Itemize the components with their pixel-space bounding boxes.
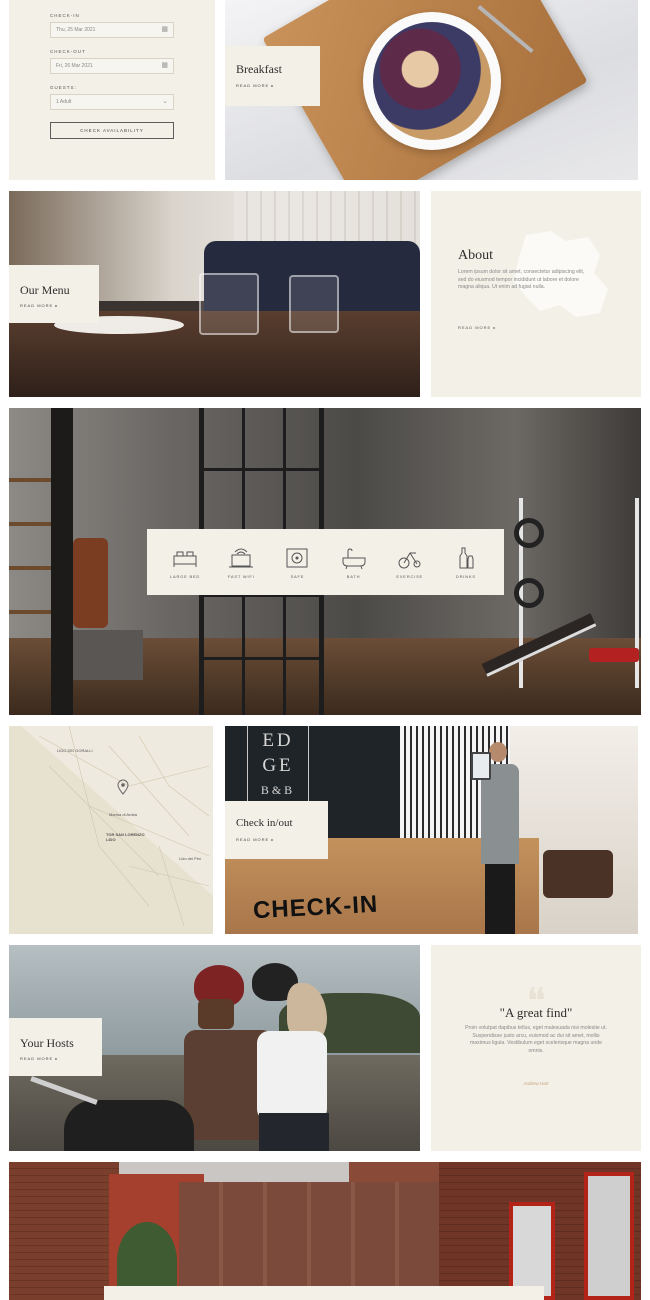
guests-value: 1 Adult bbox=[56, 99, 72, 105]
tablet-device bbox=[471, 752, 491, 780]
bed bbox=[73, 630, 143, 680]
red-window bbox=[584, 1172, 634, 1300]
red-dumbbells bbox=[589, 648, 639, 662]
map-drawing bbox=[9, 726, 213, 934]
acai-bowl bbox=[363, 12, 501, 150]
hosts-tile[interactable]: Your Hosts READ MORE ▸ bbox=[9, 945, 420, 1151]
weight-plate bbox=[514, 518, 544, 548]
breakfast-card: Breakfast READ MORE ▸ bbox=[225, 46, 320, 106]
map-label: Lido dei Pini bbox=[179, 856, 201, 861]
breakfast-tile[interactable]: Breakfast READ MORE ▸ bbox=[225, 0, 638, 180]
map-label: Marina di Ardea bbox=[109, 812, 138, 817]
menu-tile[interactable]: Our Menu READ MORE ▸ bbox=[9, 191, 420, 397]
wall-sign: ED GE B&B bbox=[247, 726, 309, 806]
menu-card: Our Menu READ MORE ▸ bbox=[9, 265, 99, 323]
about-read-more-link[interactable]: READ MORE ▸ bbox=[458, 325, 496, 330]
location-pin-icon[interactable] bbox=[117, 779, 129, 795]
checkout-label: CHECK-OUT bbox=[50, 49, 86, 54]
amenity-label: FAST WIFI bbox=[227, 573, 255, 579]
amenities-bar: LARGE BED FAST WIFI SAFE BATH EXERCISE D… bbox=[147, 529, 504, 595]
check-availability-button[interactable]: CHECK AVAILABILITY bbox=[50, 122, 174, 139]
shelving bbox=[9, 438, 51, 638]
hosts-read-more-link[interactable]: READ MORE ▸ bbox=[20, 1056, 58, 1061]
about-tile: About Lorem ipsum dolor sit amet, consec… bbox=[431, 191, 641, 397]
testimonial-tile: ❝ "A great find" Proin volutpat dapibus … bbox=[431, 945, 641, 1151]
checkout-value: Fri, 26 Mar 2021 bbox=[56, 63, 93, 69]
amenity-bath: BATH bbox=[329, 546, 379, 579]
checkin-value: Thu, 25 Mar 2021 bbox=[56, 27, 96, 33]
about-text: Lorem ipsum dolor sit amet, consectetur … bbox=[458, 269, 585, 290]
location-map[interactable]: LIDO DEI GORALLI Marina di Ardea TOR SAN… bbox=[9, 726, 213, 934]
wifi-laptop-icon bbox=[229, 548, 254, 567]
map-label: TOR SAN LORENZO LIDO bbox=[106, 832, 145, 842]
checkin-title: Check in/out bbox=[236, 817, 293, 829]
quote-author: Andrew Hart bbox=[523, 1081, 549, 1086]
hosts-card: Your Hosts READ MORE ▸ bbox=[9, 1018, 102, 1076]
calendar-icon: ▦ bbox=[161, 26, 168, 33]
amenity-drinks: DRINKS bbox=[441, 546, 491, 579]
about-title: About bbox=[458, 248, 493, 263]
checkin-read-more-link[interactable]: READ MORE ▸ bbox=[236, 837, 274, 842]
checkin-card: Check in/out READ MORE ▸ bbox=[225, 801, 328, 859]
menu-title: Our Menu bbox=[20, 283, 70, 297]
bed-icon bbox=[173, 551, 197, 567]
amenity-label: DRINKS bbox=[455, 573, 476, 579]
hosts-title: Your Hosts bbox=[20, 1036, 74, 1050]
guests-label: GUESTS: bbox=[50, 85, 77, 90]
weight-plate bbox=[514, 578, 544, 608]
quote-text: Proin volutpat dapibus tellus, eget male… bbox=[465, 1025, 607, 1054]
breakfast-read-more-link[interactable]: READ MORE ▸ bbox=[236, 83, 274, 88]
gym-tile: LARGE BED FAST WIFI SAFE BATH EXERCISE D… bbox=[9, 408, 641, 715]
checkout-field[interactable]: Fri, 26 Mar 2021 ▦ bbox=[50, 58, 174, 74]
row-houses bbox=[179, 1182, 439, 1300]
checkin-label: CHECK-IN bbox=[50, 13, 80, 18]
glass-1 bbox=[199, 273, 259, 335]
street-tile bbox=[9, 1162, 641, 1300]
map-label: LIDO DEI GORALLI bbox=[57, 748, 93, 753]
bottles-icon bbox=[459, 547, 474, 568]
amenity-label: LARGE BED bbox=[170, 573, 201, 579]
guests-select[interactable]: 1 Adult ⌄ bbox=[50, 94, 174, 110]
amenity-label: SAFE bbox=[290, 573, 305, 579]
bathtub-icon bbox=[342, 547, 366, 569]
glass-2 bbox=[289, 275, 339, 333]
amenity-fast-wifi: FAST WIFI bbox=[216, 546, 266, 579]
amenity-safe: SAFE bbox=[272, 546, 322, 579]
amenity-exercise: EXERCISE bbox=[385, 546, 435, 579]
checkin-tile[interactable]: ED GE B&B CHECK-IN Check in/out READ MOR… bbox=[225, 726, 638, 934]
chevron-down-icon: ⌄ bbox=[162, 98, 168, 105]
quote-icon: ❝ bbox=[526, 981, 546, 1021]
bottom-card bbox=[104, 1286, 544, 1300]
rider-woman bbox=[247, 963, 337, 1151]
amenity-label: BATH bbox=[346, 573, 361, 579]
leather-sofa bbox=[543, 850, 613, 898]
amenity-label: EXERCISE bbox=[396, 573, 424, 579]
motorcycle bbox=[29, 1076, 219, 1151]
booking-panel: CHECK-IN Thu, 25 Mar 2021 ▦ CHECK-OUT Fr… bbox=[9, 0, 215, 180]
exercise-bike-icon bbox=[398, 552, 421, 568]
leather-chair bbox=[73, 538, 108, 628]
quote-title: "A great find" bbox=[499, 1005, 573, 1020]
left-pillar bbox=[51, 408, 73, 715]
menu-read-more-link[interactable]: READ MORE ▸ bbox=[20, 303, 58, 308]
safe-icon bbox=[286, 548, 308, 567]
amenity-large-bed: LARGE BED bbox=[160, 546, 210, 579]
brick-building-left bbox=[9, 1162, 119, 1300]
breakfast-title: Breakfast bbox=[236, 62, 282, 76]
calendar-icon: ▦ bbox=[161, 62, 168, 69]
checkin-field[interactable]: Thu, 25 Mar 2021 ▦ bbox=[50, 22, 174, 38]
